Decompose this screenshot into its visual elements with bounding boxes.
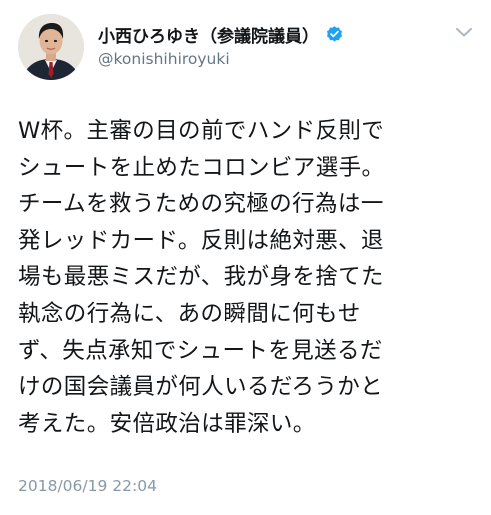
avatar[interactable]	[18, 14, 84, 80]
verified-badge-icon	[325, 25, 344, 44]
display-name[interactable]: 小西ひろゆき（参議院議員）	[98, 22, 319, 47]
display-name-row: 小西ひろゆき（参議院議員）	[98, 22, 438, 47]
chevron-down-icon[interactable]	[452, 20, 476, 44]
tweet-timestamp[interactable]: 2018/06/19 22:04	[18, 477, 157, 495]
tweet-card: 小西ひろゆき（参議院議員） @konishihiroyuki W杯。主審の目の前…	[0, 0, 491, 515]
tweet-text: W杯。主審の目の前でハンド反則で シュートを止めたコロンビア選手。 チームを救う…	[18, 118, 385, 437]
author-names: 小西ひろゆき（参議院議員） @konishihiroyuki	[98, 22, 438, 68]
tweet-header: 小西ひろゆき（参議院議員） @konishihiroyuki	[18, 14, 478, 84]
handle[interactable]: @konishihiroyuki	[98, 50, 438, 68]
